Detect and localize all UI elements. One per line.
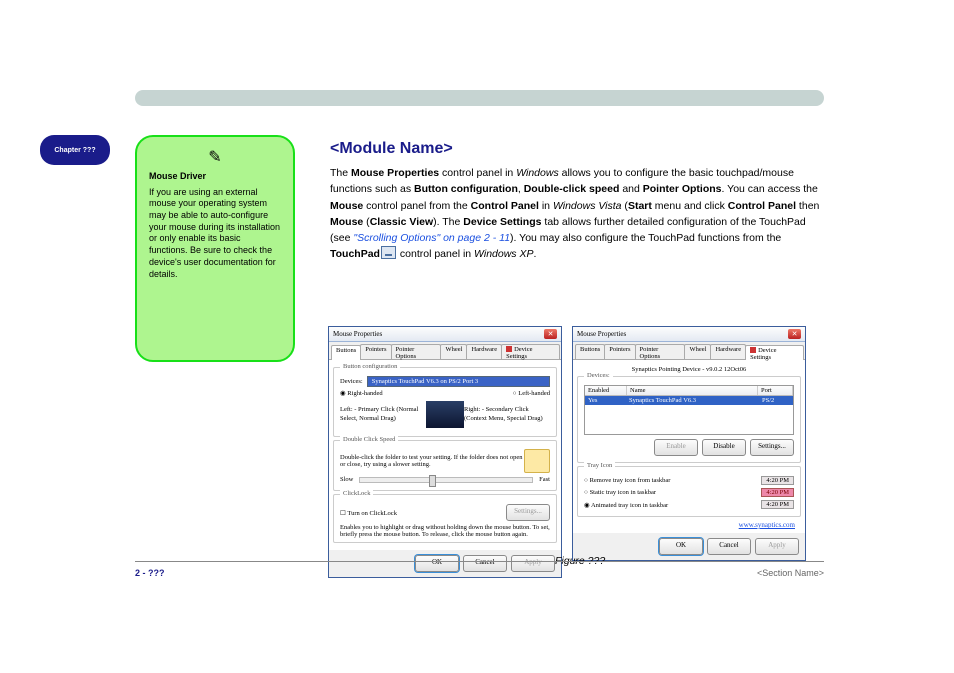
tab-wheel[interactable]: Wheel <box>684 344 711 359</box>
time-preview: 4:20 PM <box>761 476 794 485</box>
clicklock-settings-button: Settings... <box>506 504 550 521</box>
clicklock-desc: Enables you to highlight or drag without… <box>340 524 550 538</box>
tab-device-settings[interactable]: Device Settings <box>745 345 804 360</box>
sidebar-note: ✎ Mouse Driver If you are using an exter… <box>135 135 295 362</box>
left-handed-radio[interactable]: ○ Left-handed <box>513 390 550 397</box>
tab-wheel[interactable]: Wheel <box>440 344 467 359</box>
doubleclick-speed-slider[interactable] <box>359 477 533 483</box>
right-action-text: Right: - Secondary Click (Context Menu, … <box>464 406 550 423</box>
tab-buttons[interactable]: Buttons <box>331 345 361 360</box>
dialog-titlebar[interactable]: Mouse Properties✕ <box>329 327 561 342</box>
close-icon[interactable]: ✕ <box>544 329 557 339</box>
apply-button: Apply <box>755 538 799 555</box>
settings-button[interactable]: Settings... <box>750 439 794 456</box>
dialog-tabs: Buttons Pointers Pointer Options Wheel H… <box>329 342 561 360</box>
tray-animated-radio[interactable]: ◉ Animated tray icon in taskbar <box>584 501 668 509</box>
time-preview: 4:20 PM <box>761 500 794 509</box>
mouse-properties-dialog-device-settings: Mouse Properties✕ Buttons Pointers Point… <box>572 326 806 561</box>
clicklock-checkbox[interactable]: ☐ Turn on ClickLock <box>340 509 397 517</box>
mouse-preview-image <box>426 401 464 428</box>
pencil-icon: ✎ <box>149 147 281 167</box>
close-icon[interactable]: ✕ <box>788 329 801 339</box>
tab-hardware[interactable]: Hardware <box>710 344 746 359</box>
tab-hardware[interactable]: Hardware <box>466 344 502 359</box>
dialog-titlebar[interactable]: Mouse Properties✕ <box>573 327 805 342</box>
chapter-header-bar <box>135 90 824 106</box>
section-name: <Section Name> <box>757 568 824 578</box>
note-body: If you are using an external mouse your … <box>149 187 281 281</box>
tab-pointers[interactable]: Pointers <box>604 344 635 359</box>
page-number: 2 - ??? <box>135 568 165 578</box>
tab-buttons[interactable]: Buttons <box>575 344 605 359</box>
tab-pointer-options[interactable]: Pointer Options <box>635 344 686 359</box>
device-row[interactable]: Yes Synaptics TouchPad V6.3 PS/2 <box>585 396 793 405</box>
body-paragraph: The Mouse Properties control panel in Wi… <box>330 165 824 263</box>
chapter-badge: Chapter ??? <box>40 135 110 165</box>
folder-test-icon[interactable] <box>524 449 550 473</box>
devices-listbox[interactable]: Enabled Name Port Yes Synaptics TouchPad… <box>584 385 794 435</box>
cancel-button[interactable]: Cancel <box>707 538 751 555</box>
tray-static-radio[interactable]: ○ Static tray icon in taskbar <box>584 489 656 496</box>
left-action-text: Left: - Primary Click (Normal Select, No… <box>340 406 426 423</box>
tray-remove-radio[interactable]: ○ Remove tray icon from taskbar <box>584 477 670 484</box>
time-preview: 4:20 PM <box>761 488 794 497</box>
enable-button: Enable <box>654 439 698 456</box>
devices-select[interactable]: Synaptics TouchPad V6.3 on PS/2 Port 3 <box>367 376 550 387</box>
synaptics-icon <box>750 347 756 353</box>
ok-button[interactable]: OK <box>659 538 703 555</box>
tab-device-settings[interactable]: Device Settings <box>501 344 560 359</box>
tab-pointers[interactable]: Pointers <box>360 344 391 359</box>
page-footer: 2 - ??? <Section Name> <box>135 561 824 578</box>
synaptics-link[interactable]: www.synaptics.com <box>577 521 795 529</box>
tab-pointer-options[interactable]: Pointer Options <box>391 344 442 359</box>
note-title: Mouse Driver <box>149 171 281 183</box>
synaptics-icon <box>506 346 512 352</box>
module-heading: <Module Name> <box>330 140 453 158</box>
group-label: Button configuration <box>340 363 400 370</box>
mouse-properties-dialog-buttons: Mouse Properties✕ Buttons Pointers Point… <box>328 326 562 578</box>
control-panel-icon <box>381 246 396 259</box>
right-handed-radio[interactable]: ◉ Right-handed <box>340 389 383 397</box>
disable-button[interactable]: Disable <box>702 439 746 456</box>
